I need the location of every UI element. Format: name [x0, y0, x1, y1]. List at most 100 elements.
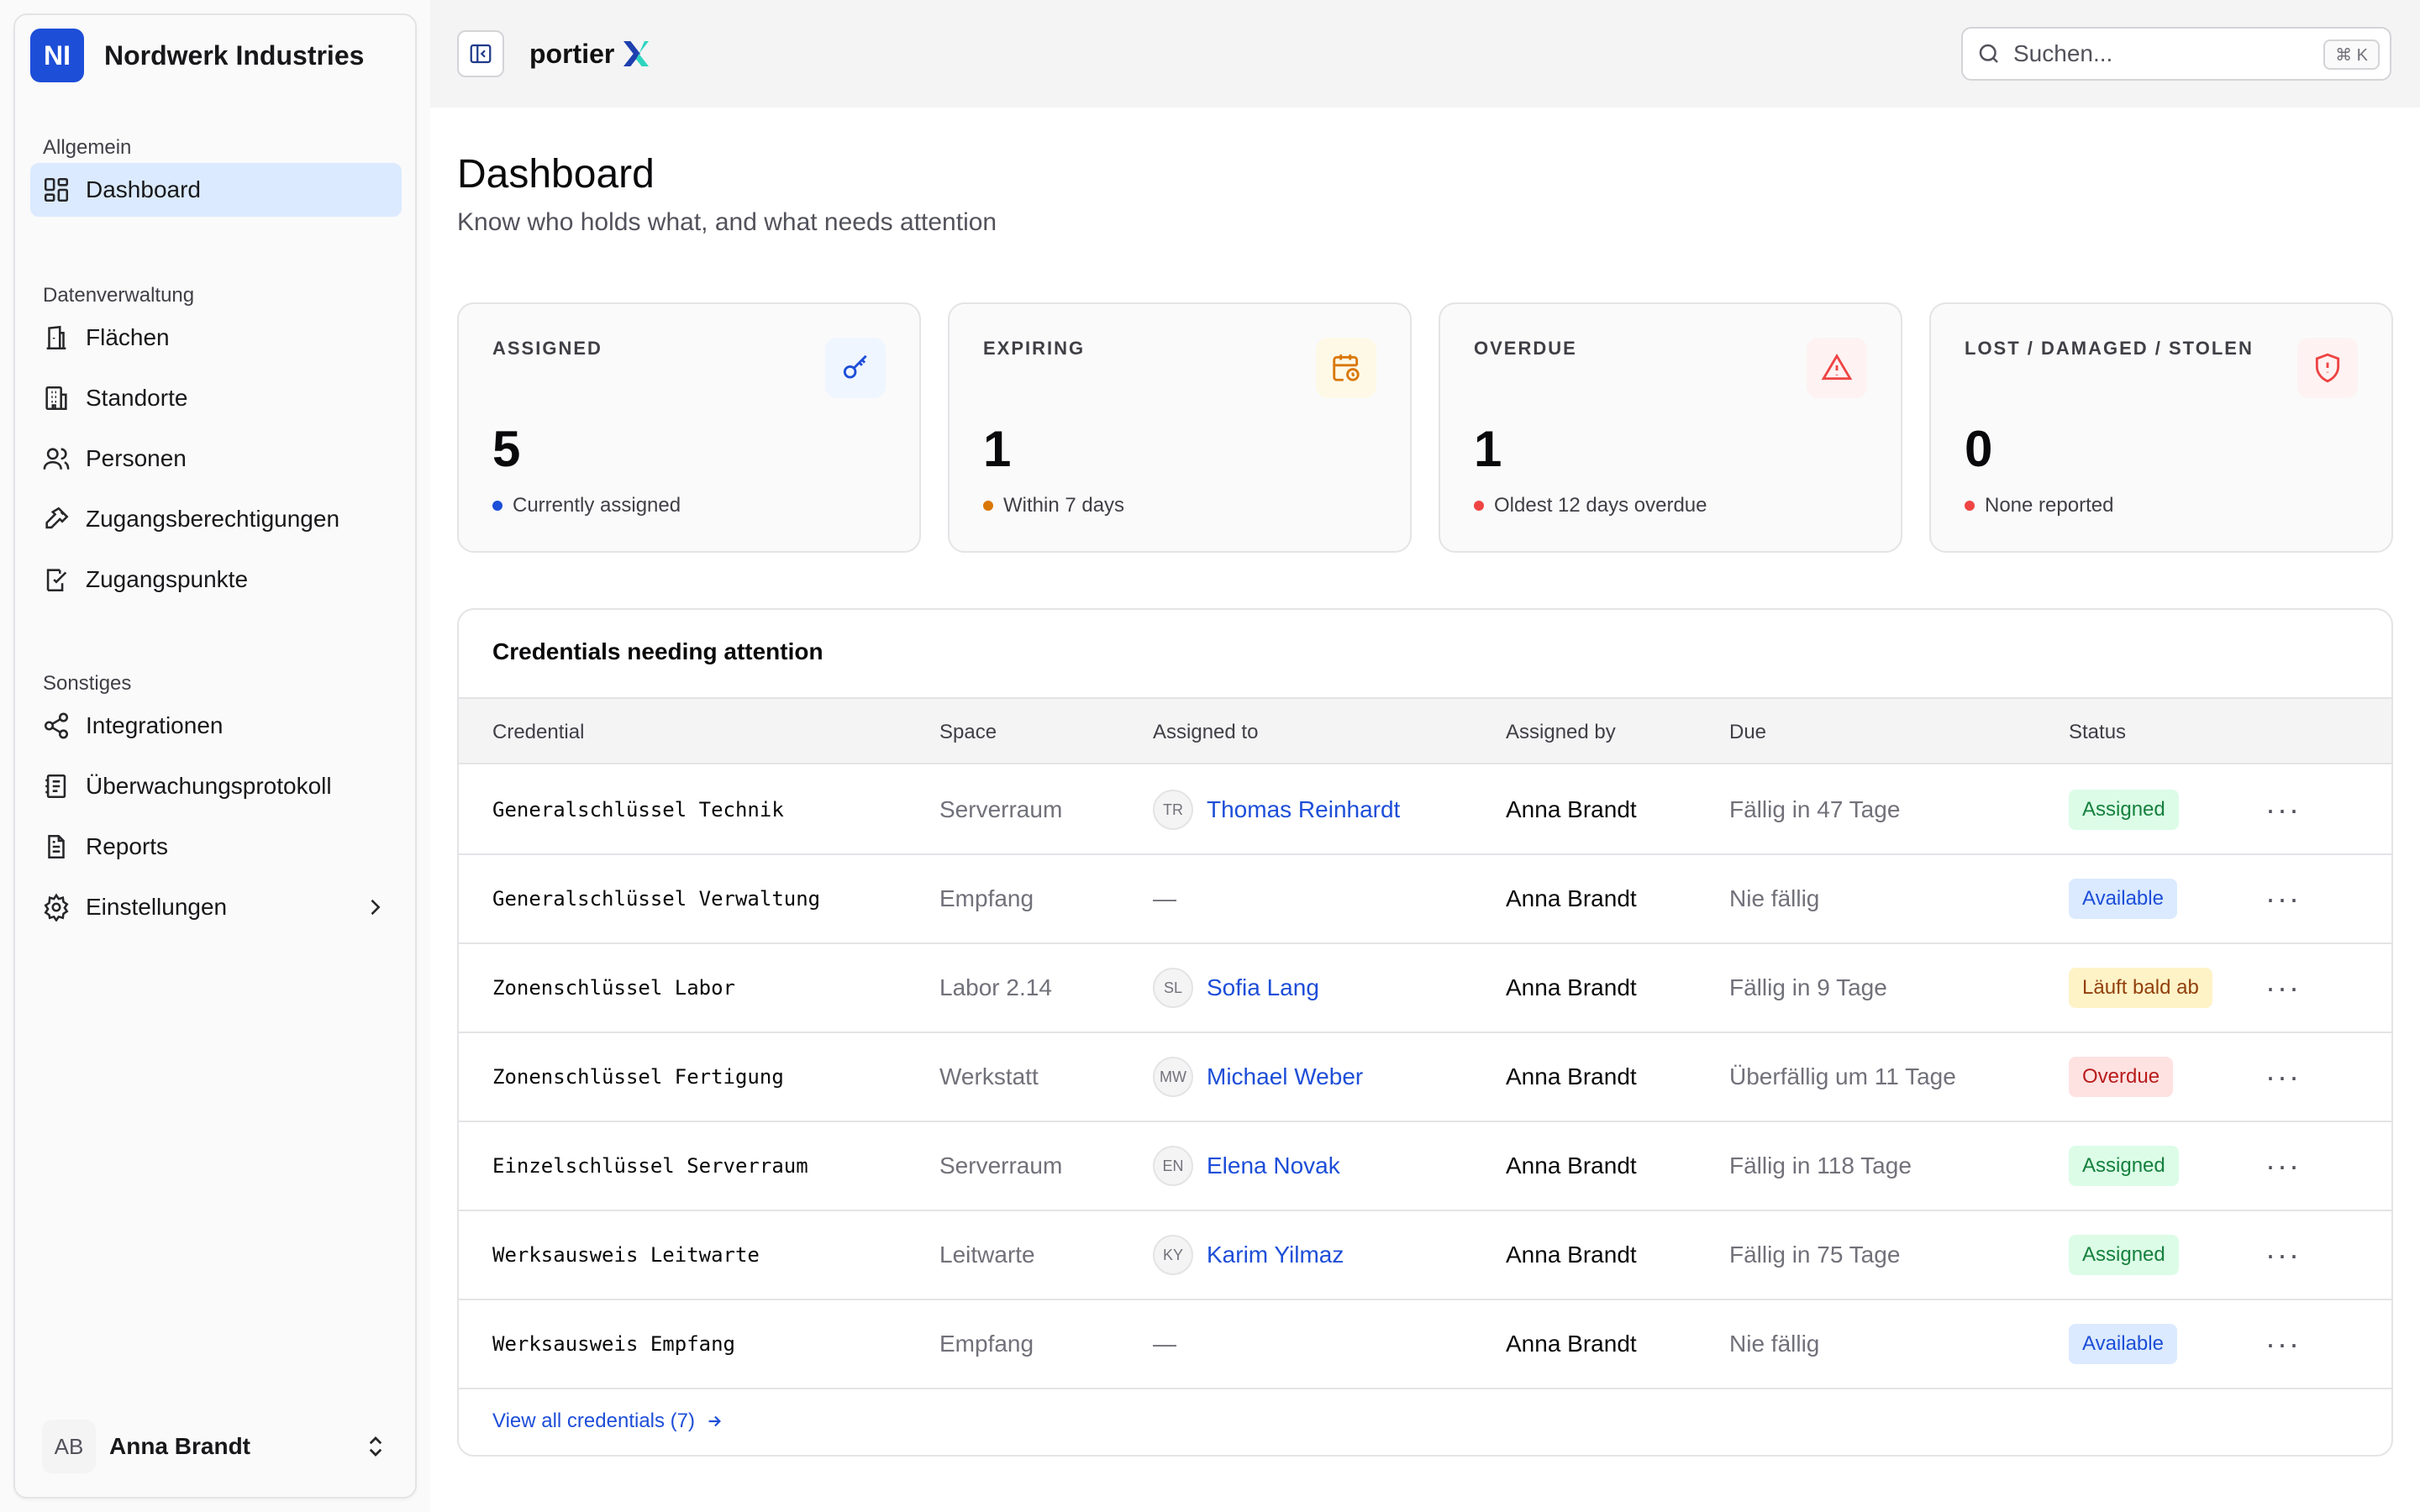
row-actions-button[interactable]: ··· — [2265, 855, 2301, 942]
space-name: Empfang — [939, 885, 1034, 911]
sidebar-item-label: Flächen — [86, 324, 170, 350]
table-row[interactable]: Werksausweis Leitwarte Leitwarte KY Karim Y… — [459, 1211, 2391, 1300]
table-row[interactable]: Zonenschlüssel Fertigung Werkstatt MW Micha… — [459, 1033, 2391, 1122]
table-row[interactable]: Generalschlüssel Technik Serverraum TR Thom… — [459, 766, 2391, 855]
stat-label: ASSIGNED — [492, 338, 602, 359]
gear-icon — [44, 893, 69, 921]
sidebar-item-einstellungen[interactable]: Einstellungen — [30, 880, 402, 934]
assigned-by: Anna Brandt — [1506, 1331, 1637, 1357]
assigned-to-link[interactable]: Karim Yilmaz — [1207, 1242, 1344, 1268]
status-dot — [1965, 501, 1975, 511]
stat-value: 1 — [983, 421, 1012, 477]
calendar-clock-icon — [1333, 354, 1360, 381]
user-name: Anna Brandt — [109, 1433, 250, 1459]
status-badge: Available — [2069, 1324, 2177, 1364]
dashboard-icon — [44, 177, 69, 202]
log-icon — [45, 774, 66, 799]
status-badge: Assigned — [2069, 1235, 2179, 1275]
column-header-assigned-to: Assigned to — [1153, 721, 1259, 743]
assigned-to-cell: — — [1153, 1300, 1176, 1388]
status-cell: Assigned — [2069, 766, 2179, 853]
assigned-to-empty: — — [1153, 1331, 1176, 1357]
space-name: Empfang — [939, 1331, 1034, 1357]
assigned-to-link[interactable]: Elena Novak — [1207, 1152, 1340, 1179]
due-date: Nie fällig — [1729, 885, 1820, 911]
sidebar-item-dashboard[interactable]: Dashboard — [30, 163, 402, 217]
view-all-label: View all credentials (7) — [492, 1410, 695, 1432]
stat-note-text: Oldest 12 days overdue — [1494, 494, 1707, 517]
sidebar-item-personen[interactable]: Personen — [30, 432, 402, 486]
sidebar-item-label: Integrationen — [86, 712, 224, 738]
row-actions-button[interactable]: ··· — [2265, 766, 2301, 853]
table-row[interactable]: Generalschlüssel Verwaltung Empfang — Anna … — [459, 855, 2391, 944]
stat-card-lost-damaged-stolen: LOST / DAMAGED / STOLEN 0 None reported — [1929, 302, 2393, 553]
sidebar-item-integrationen[interactable]: Integrationen — [30, 699, 402, 753]
table-row[interactable]: Einzelschlüssel Serverraum Serverraum EN El… — [459, 1122, 2391, 1211]
sidebar: NI Nordwerk Industries Allgemein Dashboa… — [13, 13, 417, 1499]
org-switcher[interactable]: NI Nordwerk Industries — [30, 29, 400, 82]
sidebar-toggle-button[interactable] — [457, 30, 504, 77]
status-badge: Assigned — [2069, 1146, 2179, 1186]
table-title: Credentials needing attention — [492, 638, 823, 664]
sidebar-item-ueberwachungsprotokoll[interactable]: Überwachungsprotokoll — [30, 759, 402, 813]
assigned-to-empty: — — [1153, 885, 1176, 911]
sidebar-item-flaechen[interactable]: Flächen — [30, 311, 402, 365]
assigned-to-link[interactable]: Thomas Reinhardt — [1207, 796, 1400, 823]
search-placeholder: Suchen... — [2013, 40, 2113, 66]
portier-x-icon — [623, 41, 650, 66]
stat-label: EXPIRING — [983, 338, 1086, 359]
sidebar-item-reports[interactable]: Reports — [30, 820, 402, 874]
sidebar-item-standorte[interactable]: Standorte — [30, 371, 402, 425]
table-header: Credential Space Assigned to Assigned by… — [459, 697, 2391, 764]
stat-icon-wrap — [1316, 338, 1376, 398]
stat-note: Currently assigned — [492, 494, 681, 517]
status-dot — [492, 501, 502, 511]
credential-name: Generalschlüssel Verwaltung — [492, 887, 821, 911]
person-avatar: EN — [1153, 1146, 1193, 1186]
column-header-credential: Credential — [492, 721, 585, 743]
assigned-by: Anna Brandt — [1506, 1063, 1637, 1089]
key-icon — [843, 354, 867, 379]
view-all-credentials-link[interactable]: View all credentials (7) — [492, 1410, 723, 1433]
sidebar-item-zugangsberechtigungen[interactable]: Zugangsberechtigungen — [30, 492, 402, 546]
status-cell: Available — [2069, 855, 2177, 942]
stat-note: Within 7 days — [983, 494, 1124, 517]
org-logo: NI — [30, 29, 84, 82]
search-input[interactable]: Suchen... ⌘ K — [1961, 27, 2391, 81]
person-avatar: KY — [1153, 1235, 1193, 1275]
status-badge: Available — [2069, 879, 2177, 919]
assigned-by: Anna Brandt — [1506, 974, 1637, 1000]
table-row[interactable]: Zonenschlüssel Labor Labor 2.14 SL Sofia La… — [459, 944, 2391, 1033]
row-actions-button[interactable]: ··· — [2265, 1300, 2301, 1388]
credential-name: Einzelschlüssel Serverraum — [492, 1154, 808, 1178]
assigned-to-link[interactable]: Michael Weber — [1207, 1063, 1363, 1090]
sidebar-item-label: Einstellungen — [86, 894, 228, 920]
space-name: Werkstatt — [939, 1063, 1039, 1089]
row-actions-button[interactable]: ··· — [2265, 944, 2301, 1032]
due-date: Fällig in 118 Tage — [1729, 1152, 1912, 1179]
column-header-due: Due — [1729, 721, 1767, 743]
assigned-to-link[interactable]: Sofia Lang — [1207, 974, 1319, 1001]
row-actions-button[interactable]: ··· — [2265, 1122, 2301, 1210]
brand-logo: portier — [529, 34, 653, 74]
assigned-by: Anna Brandt — [1506, 796, 1637, 822]
user-menu[interactable]: AB Anna Brandt — [42, 1420, 388, 1473]
sidebar-item-label: Zugangspunkte — [86, 566, 249, 592]
row-actions-button[interactable]: ··· — [2265, 1033, 2301, 1121]
sidebar-item-zugangspunkte[interactable]: Zugangspunkte — [30, 553, 402, 606]
stat-card-assigned: ASSIGNED 5 Currently assigned — [457, 302, 921, 553]
building-icon — [46, 325, 66, 350]
stat-note-text: Within 7 days — [1003, 494, 1125, 517]
sidebar-item-label: Personen — [86, 445, 187, 471]
sidebar-item-label: Überwachungsprotokoll — [86, 773, 332, 799]
row-actions-button[interactable]: ··· — [2265, 1211, 2301, 1299]
space-name: Labor 2.14 — [939, 974, 1052, 1000]
column-header-status: Status — [2069, 721, 2127, 743]
search-shortcut: ⌘ K — [2323, 39, 2380, 70]
assigned-by: Anna Brandt — [1506, 885, 1637, 911]
table-row[interactable]: Werksausweis Empfang Empfang — Anna Brandt N… — [459, 1300, 2391, 1389]
stat-note-text: None reported — [1985, 494, 2114, 517]
stat-note: Oldest 12 days overdue — [1474, 494, 1707, 517]
due-date: Fällig in 75 Tage — [1729, 1242, 1901, 1268]
status-badge: Läuft bald ab — [2069, 968, 2212, 1008]
